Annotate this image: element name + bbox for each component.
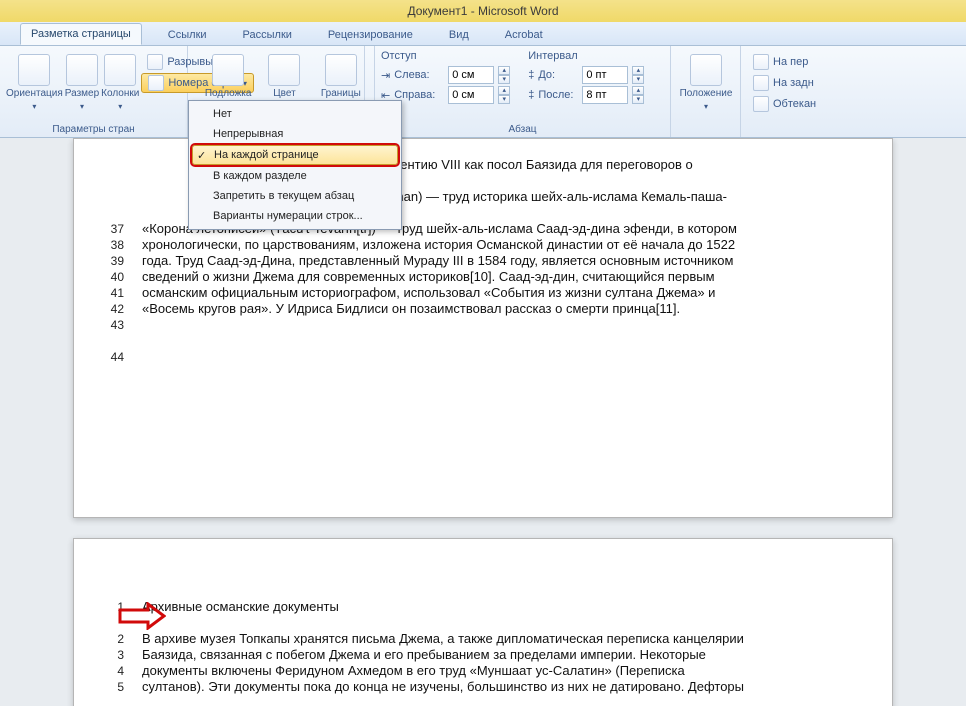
- line-number: 5: [96, 679, 124, 695]
- doc-line: 5 султанов). Эти документы пока до конца …: [96, 679, 862, 695]
- ribbon-tabs: Разметка страницы Ссылки Рассылки Реценз…: [0, 22, 966, 46]
- send-back-icon: [753, 75, 769, 91]
- spacing-before-spinner[interactable]: ▴▾: [632, 66, 644, 84]
- line-number: 42: [96, 301, 124, 317]
- line-number: 44: [96, 349, 124, 365]
- indent-left-label: Слева:: [394, 69, 444, 81]
- orientation-icon: [18, 54, 50, 86]
- interval-header: Интервал: [528, 50, 644, 62]
- line-number: 39: [96, 253, 124, 269]
- line-number: 4: [96, 663, 124, 679]
- spacing-before-label: До:: [538, 69, 578, 81]
- doc-text: Баязида, связанная с побегом Джема и его…: [142, 647, 862, 663]
- columns-button[interactable]: Колонки▾: [101, 50, 139, 112]
- line-number: 38: [96, 237, 124, 253]
- page-2: 1Архивные османские документы 2 В архиве м…: [73, 538, 893, 706]
- borders-icon: [325, 54, 357, 86]
- window-title: Документ1 - Microsoft Word: [0, 0, 966, 22]
- doc-line: 3 Баязида, связанная с побегом Джема и ег…: [96, 647, 862, 663]
- doc-text: Архивные османские документы: [142, 599, 862, 615]
- line-number: 37: [96, 221, 124, 237]
- doc-text: [142, 317, 862, 333]
- spacing-after-spinner[interactable]: ▴▾: [632, 86, 644, 104]
- menu-item-suppress[interactable]: Запретить в текущем абзац: [191, 186, 399, 206]
- doc-text: османским официальным историографом, исп…: [142, 285, 862, 301]
- menu-item-options[interactable]: Варианты нумерации строк...: [191, 206, 399, 226]
- indent-header: Отступ: [381, 50, 510, 62]
- menu-item-restart-each-page[interactable]: ✓На каждой странице: [192, 145, 398, 165]
- doc-line: 40 сведений о жизни Джема для современных…: [96, 269, 862, 285]
- line-number: 43: [96, 317, 124, 333]
- tab-page-layout[interactable]: Разметка страницы: [20, 23, 142, 45]
- page-size-icon: [66, 54, 98, 86]
- doc-text: «Восемь кругов рая». У Идриса Бидлиси он…: [142, 301, 862, 317]
- doc-line: 39 года. Труд Саад-эд-Дина, представленны…: [96, 253, 862, 269]
- doc-line: 1Архивные османские документы: [96, 599, 862, 615]
- text-wrap-button[interactable]: Обтекан: [747, 94, 960, 114]
- doc-text: года. Труд Саад-эд-Дина, представленный …: [142, 253, 862, 269]
- doc-line: 38 хронологически, по царствованиям, изло…: [96, 237, 862, 253]
- spacing-after-input[interactable]: [582, 86, 628, 104]
- group-label-paragraph: Абзац: [375, 124, 670, 135]
- size-button[interactable]: Размер▾: [65, 50, 99, 112]
- annotation-arrow: [118, 602, 166, 630]
- tab-view[interactable]: Вид: [439, 25, 479, 45]
- tab-references[interactable]: Ссылки: [158, 25, 217, 45]
- chevron-down-icon: ▾: [80, 101, 84, 112]
- chevron-down-icon: ▾: [118, 101, 122, 112]
- page-color-icon: [268, 54, 300, 86]
- line-number: 40: [96, 269, 124, 285]
- menu-item-continuous[interactable]: Непрерывная: [191, 124, 399, 144]
- tab-mailings[interactable]: Рассылки: [233, 25, 302, 45]
- bring-front-icon: [753, 54, 769, 70]
- indent-left-input[interactable]: [448, 66, 494, 84]
- spacing-before-icon: ‡: [528, 69, 534, 81]
- doc-line: 42 «Восемь кругов рая». У Идриса Бидлиси …: [96, 301, 862, 317]
- doc-text: хронологически, по царствованиям, изложе…: [142, 237, 862, 253]
- line-numbers-icon: [148, 75, 164, 91]
- position-button[interactable]: Положение▾: [677, 50, 735, 112]
- spacing-before-input[interactable]: [582, 66, 628, 84]
- chevron-down-icon: ▾: [704, 101, 708, 112]
- tab-acrobat[interactable]: Acrobat: [495, 25, 553, 45]
- columns-icon: [104, 54, 136, 86]
- doc-line: 43: [96, 317, 862, 333]
- indent-right-spinner[interactable]: ▴▾: [498, 86, 510, 104]
- line-number: 3: [96, 647, 124, 663]
- doc-line: 4 документы включены Феридуном Ахмедом в …: [96, 663, 862, 679]
- doc-line: 44: [96, 349, 862, 365]
- watermark-icon: [212, 54, 244, 86]
- tab-review[interactable]: Рецензирование: [318, 25, 423, 45]
- doc-text: [142, 349, 862, 365]
- spacing-after-icon: ‡: [528, 89, 534, 101]
- doc-line: 2 В архиве музея Топкапы хранятся письма …: [96, 631, 862, 647]
- doc-line: 41 османским официальным историографом, и…: [96, 285, 862, 301]
- doc-text: документы включены Феридуном Ахмедом в е…: [142, 663, 862, 679]
- send-back-button[interactable]: На задн: [747, 73, 960, 93]
- indent-right-input[interactable]: [448, 86, 494, 104]
- line-number: 41: [96, 285, 124, 301]
- position-icon: [690, 54, 722, 86]
- doc-text: султанов). Эти документы пока до конца н…: [142, 679, 862, 695]
- spacing-after-label: После:: [538, 89, 578, 101]
- line-numbers-menu: Нет Непрерывная ✓На каждой странице В ка…: [188, 100, 402, 230]
- line-number: 2: [96, 631, 124, 647]
- menu-item-none[interactable]: Нет: [191, 104, 399, 124]
- text-wrap-icon: [753, 96, 769, 112]
- ribbon: Ориентация▾ Размер▾ Колонки▾ Разрывы▾ Но…: [0, 46, 966, 138]
- bring-front-button[interactable]: На пер: [747, 52, 960, 72]
- checkmark-icon: ✓: [197, 149, 206, 162]
- group-label-page-setup: Параметры стран: [0, 124, 187, 135]
- breaks-icon: [147, 54, 163, 70]
- menu-item-restart-each-section[interactable]: В каждом разделе: [191, 166, 399, 186]
- doc-text: В архиве музея Топкапы хранятся письма Д…: [142, 631, 862, 647]
- doc-text: сведений о жизни Джема для современных и…: [142, 269, 862, 285]
- indent-left-spinner[interactable]: ▴▾: [498, 66, 510, 84]
- orientation-button[interactable]: Ориентация▾: [6, 50, 63, 112]
- chevron-down-icon: ▾: [32, 101, 36, 112]
- indent-left-icon: ⇥: [381, 69, 390, 82]
